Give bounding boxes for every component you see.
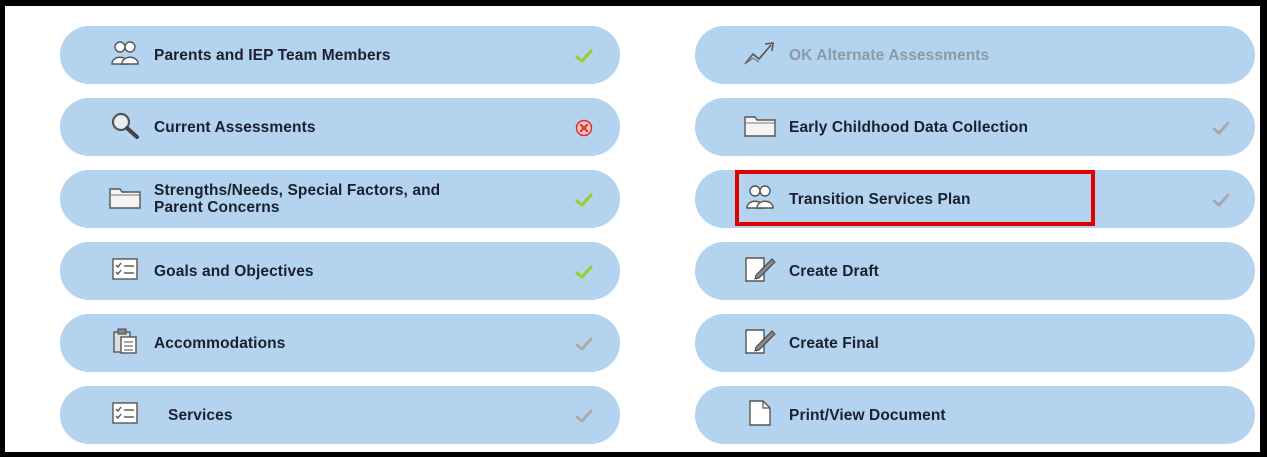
clipboard-icon xyxy=(108,326,142,356)
tile-print-view-document[interactable]: Print/View Document xyxy=(695,386,1255,444)
check-gray-icon xyxy=(574,406,594,426)
checklist-icon xyxy=(108,254,142,284)
chart-arrow-icon xyxy=(743,38,777,68)
people-icon xyxy=(743,182,777,212)
tile-label: Services xyxy=(168,406,233,424)
check-gray-icon xyxy=(1211,190,1231,210)
tile-ok-alternate-assessments: OK Alternate Assessments xyxy=(695,26,1255,84)
tile-goals-objectives[interactable]: Goals and Objectives xyxy=(60,242,620,300)
check-green-icon xyxy=(574,190,594,210)
tile-label: Parents and IEP Team Members xyxy=(154,46,391,64)
iep-section-menu: Parents and IEP Team Members Current Ass… xyxy=(5,6,1260,452)
edit-document-icon xyxy=(743,254,777,284)
tile-label: Current Assessments xyxy=(154,118,316,136)
tile-transition-services-plan[interactable]: Transition Services Plan xyxy=(695,170,1255,228)
error-x-icon xyxy=(574,118,594,138)
tile-services[interactable]: Services xyxy=(60,386,620,444)
folder-icon xyxy=(743,110,777,140)
tile-label: Early Childhood Data Collection xyxy=(789,118,1029,136)
check-gray-icon xyxy=(574,334,594,354)
tile-label-line2: Parent Concerns xyxy=(154,199,280,216)
tile-strengths-needs[interactable]: Strengths/Needs, Special Factors, and Pa… xyxy=(60,170,620,228)
tile-parents-iep-team[interactable]: Parents and IEP Team Members xyxy=(60,26,620,84)
check-green-icon xyxy=(574,46,594,66)
check-gray-icon xyxy=(1211,118,1231,138)
checklist-icon xyxy=(108,398,142,428)
tile-label: Print/View Document xyxy=(789,406,946,424)
tile-label: OK Alternate Assessments xyxy=(789,46,990,64)
magnifier-icon xyxy=(108,110,142,140)
tile-label-multiline: Strengths/Needs, Special Factors, and Pa… xyxy=(154,170,440,228)
check-green-icon xyxy=(574,262,594,282)
tile-label-line1: Strengths/Needs, Special Factors, and xyxy=(154,182,441,199)
folder-icon xyxy=(108,182,142,212)
tile-label: Transition Services Plan xyxy=(789,190,971,208)
tile-create-draft[interactable]: Create Draft xyxy=(695,242,1255,300)
edit-document-icon xyxy=(743,326,777,356)
tile-current-assessments[interactable]: Current Assessments xyxy=(60,98,620,156)
document-icon xyxy=(743,398,777,428)
tile-label: Create Final xyxy=(789,334,879,352)
tile-create-final[interactable]: Create Final xyxy=(695,314,1255,372)
tile-label: Goals and Objectives xyxy=(154,262,314,280)
people-icon xyxy=(108,38,142,68)
tile-early-childhood-data[interactable]: Early Childhood Data Collection xyxy=(695,98,1255,156)
tile-label: Create Draft xyxy=(789,262,879,280)
tile-label: Accommodations xyxy=(154,334,286,352)
tile-accommodations[interactable]: Accommodations xyxy=(60,314,620,372)
